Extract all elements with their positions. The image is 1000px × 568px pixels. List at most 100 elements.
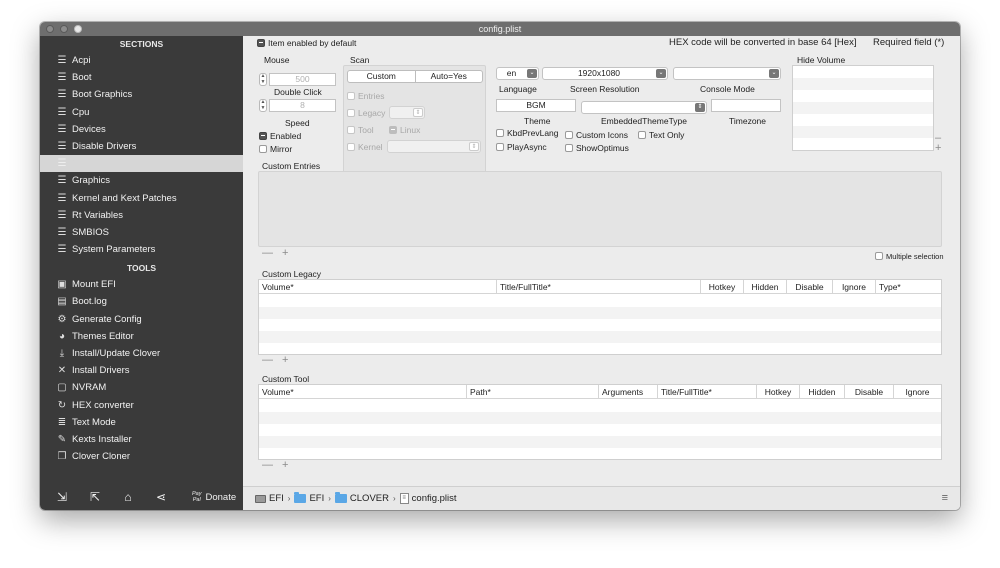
custom-entries-area[interactable]	[258, 171, 942, 247]
sidebar-item-system-parameters[interactable]: ☰ System Parameters	[40, 241, 243, 258]
sidebar-item-label: Gui	[72, 158, 87, 170]
sidebar-item-disable-drivers[interactable]: ☰ Disable Drivers	[40, 138, 243, 155]
text-only-checkbox[interactable]: Text Only	[638, 130, 684, 140]
tool-item-install-update-clover[interactable]: ⤓ Install/Update Clover	[40, 345, 243, 362]
checkbox-box	[565, 130, 573, 139]
sidebar-item-label: Boot Graphics	[72, 89, 133, 101]
tool-item-nvram[interactable]: ▢ NVRAM	[40, 379, 243, 396]
console-mode-popup[interactable]: ⌄	[673, 67, 781, 80]
path-item-efi-folder[interactable]: EFI	[294, 492, 324, 504]
sidebar-item-gui[interactable]: ☰ Gui	[40, 155, 243, 173]
custom-tool-table[interactable]: Volume* Path* Arguments Title/FullTitle*…	[258, 384, 942, 460]
timezone-field[interactable]	[711, 99, 781, 112]
updown-icon: ⇕	[695, 103, 705, 112]
hide-volume-list[interactable]	[792, 65, 934, 151]
double-click-stepper[interactable]: ▲ ▼	[259, 73, 267, 86]
minimize-window-button[interactable]	[60, 25, 68, 33]
column-header[interactable]: Title/FullTitle*	[496, 280, 700, 294]
hamburger-icon[interactable]: ≡	[942, 492, 948, 504]
text-only-label: Text Only	[649, 130, 685, 140]
column-header[interactable]: Volume*	[259, 385, 466, 399]
sidebar-item-acpi[interactable]: ☰ Acpi	[40, 52, 243, 69]
column-header[interactable]: Ignore	[832, 280, 875, 294]
path-item-clover-folder[interactable]: CLOVER	[334, 492, 389, 504]
scan-legacy-popup[interactable]: ⇕	[389, 106, 425, 119]
scan-tool-checkbox[interactable]: Tool	[347, 125, 374, 135]
scan-segmented-control[interactable]: Custom Auto=Yes	[347, 70, 483, 83]
tool-item-text-mode[interactable]: ≣ Text Mode	[40, 414, 243, 431]
theme-field[interactable]: BGM	[496, 99, 576, 112]
column-header[interactable]: Disable	[786, 280, 832, 294]
custom-tool-add-remove[interactable]: — +	[262, 459, 291, 471]
donate-button[interactable]: Pay Pal Donate	[192, 491, 236, 503]
sidebar-item-label: HEX converter	[72, 399, 134, 411]
mouse-enabled-checkbox[interactable]: Enabled	[259, 131, 301, 141]
tool-item-hex-converter[interactable]: ↻ HEX converter	[40, 397, 243, 414]
scan-linux-checkbox[interactable]: Linux	[389, 125, 420, 135]
column-header[interactable]: Arguments	[598, 385, 657, 399]
multiple-selection-checkbox[interactable]: Multiple selection	[875, 252, 944, 261]
scan-kernel-popup[interactable]: ⇕	[387, 140, 481, 153]
hide-volume-add-button[interactable]: +	[935, 142, 944, 154]
tool-item-mount-efi[interactable]: ▣ Mount EFI	[40, 276, 243, 293]
sidebar-item-cpu[interactable]: ☰ Cpu	[40, 104, 243, 121]
tool-item-themes-editor[interactable]: ◕ Themes Editor	[40, 328, 243, 345]
column-header[interactable]: Hotkey	[756, 385, 799, 399]
column-header[interactable]: Hidden	[799, 385, 844, 399]
column-header[interactable]: Volume*	[259, 280, 496, 294]
close-window-button[interactable]	[46, 25, 54, 33]
zoom-window-button[interactable]	[74, 25, 82, 33]
tool-item-clover-cloner[interactable]: ❐ Clover Cloner	[40, 448, 243, 465]
custom-legacy-add-remove[interactable]: — +	[262, 354, 291, 366]
share-icon[interactable]: ⋖	[150, 490, 172, 504]
sidebar-item-devices[interactable]: ☰ Devices	[40, 121, 243, 138]
double-click-field[interactable]: 500	[269, 73, 336, 86]
language-popup[interactable]: en ⌄	[496, 67, 539, 80]
column-header[interactable]: Ignore	[893, 385, 941, 399]
checkbox-box	[259, 131, 267, 140]
speed-field[interactable]: 8	[269, 99, 336, 112]
sidebar-item-boot-graphics[interactable]: ☰ Boot Graphics	[40, 86, 243, 103]
embedded-theme-popup[interactable]: ⇕	[581, 101, 707, 114]
path-item-efi-volume[interactable]: EFI	[255, 493, 284, 504]
sidebar-item-rt-variables[interactable]: ☰ Rt Variables	[40, 207, 243, 224]
tool-item-install-drivers[interactable]: ✕ Install Drivers	[40, 362, 243, 379]
required-note: Required field (*)	[873, 37, 945, 48]
theme-label: Theme	[524, 116, 551, 126]
import-icon[interactable]: ⇲	[51, 490, 73, 504]
scan-auto-segment[interactable]: Auto=Yes	[414, 71, 483, 82]
item-enabled-default-checkbox[interactable]: Item enabled by default	[257, 38, 356, 48]
column-header[interactable]: Title/FullTitle*	[657, 385, 756, 399]
sidebar-item-smbios[interactable]: ☰ SMBIOS	[40, 224, 243, 241]
column-header[interactable]: Hidden	[743, 280, 786, 294]
scan-legacy-checkbox[interactable]: Legacy	[347, 108, 385, 118]
sidebar-item-label: SMBIOS	[72, 226, 109, 238]
tool-item-boot-log[interactable]: ▤ Boot.log	[40, 293, 243, 310]
export-icon[interactable]: ⇱	[84, 490, 106, 504]
sidebar-item-graphics[interactable]: ☰ Graphics	[40, 172, 243, 189]
custom-icons-checkbox[interactable]: Custom Icons	[565, 130, 628, 140]
scan-custom-segment[interactable]: Custom	[348, 71, 415, 82]
path-item-config-file[interactable]: ≡ config.plist	[399, 493, 457, 504]
disk-icon: ▣	[57, 279, 67, 291]
speed-stepper[interactable]: ▲ ▼	[259, 99, 267, 112]
sidebar-item-boot[interactable]: ☰ Boot	[40, 69, 243, 86]
column-header[interactable]: Hotkey	[700, 280, 743, 294]
sidebar-item-kernel-and-kext-patches[interactable]: ☰ Kernel and Kext Patches	[40, 190, 243, 207]
play-async-checkbox[interactable]: PlayAsync	[496, 142, 547, 152]
mouse-mirror-checkbox[interactable]: Mirror	[259, 144, 292, 154]
kbd-prev-lang-checkbox[interactable]: KbdPrevLang	[496, 128, 559, 138]
custom-legacy-table[interactable]: Volume* Title/FullTitle* Hotkey Hidden D…	[258, 279, 942, 355]
column-header[interactable]: Path*	[466, 385, 598, 399]
scan-entries-checkbox[interactable]: Entries	[347, 91, 384, 101]
custom-entries-add-remove[interactable]: — +	[262, 247, 291, 259]
resolution-popup[interactable]: 1920x1080 ⌄	[542, 67, 668, 80]
tool-item-kexts-installer[interactable]: ✎ Kexts Installer	[40, 431, 243, 448]
column-header[interactable]: Disable	[844, 385, 893, 399]
sidebar-item-label: Themes Editor	[72, 330, 134, 342]
column-header[interactable]: Type*	[875, 280, 941, 294]
home-icon[interactable]: ⌂	[117, 490, 139, 504]
show-optimus-checkbox[interactable]: ShowOptimus	[565, 143, 629, 153]
tool-item-generate-config[interactable]: ⚙ Generate Config	[40, 311, 243, 328]
scan-kernel-checkbox[interactable]: Kernel	[347, 142, 383, 152]
